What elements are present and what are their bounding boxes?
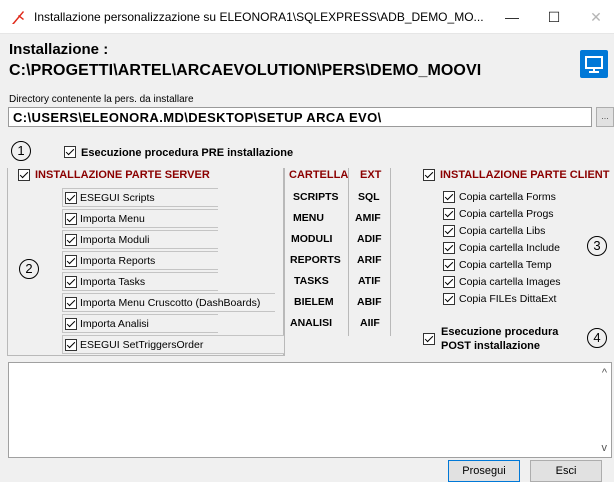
server-item-importa-analisi[interactable]: Importa Analisi xyxy=(62,314,218,333)
table-cell-cartella: MODULI xyxy=(291,233,333,245)
client-item-label: Copia FILEs DittaExt xyxy=(459,293,557,305)
pre-install-label: Esecuzione procedura PRE installazione xyxy=(81,147,294,159)
checkbox[interactable] xyxy=(65,297,77,309)
client-item-images-checkbox[interactable] xyxy=(443,276,455,288)
window-title: Installazione personalizzazione su ELEON… xyxy=(34,10,484,24)
server-item-label: Importa Moduli xyxy=(80,234,150,246)
scroll-up-arrow[interactable]: ^ xyxy=(602,367,607,379)
checkbox[interactable] xyxy=(65,213,77,225)
table-divider-left xyxy=(284,168,285,356)
client-section-title: INSTALLAZIONE PARTE CLIENT xyxy=(440,169,610,181)
marker-3: 3 xyxy=(587,236,607,256)
client-item-label: Copia cartella Images xyxy=(459,276,561,288)
server-item-settriggersorder[interactable]: ESEGUI SetTriggersOrder xyxy=(62,335,284,354)
checkbox[interactable] xyxy=(65,234,77,246)
client-item-dittaext-checkbox[interactable] xyxy=(443,293,455,305)
esci-button[interactable]: Esci xyxy=(530,460,602,482)
log-textarea[interactable]: ^ v xyxy=(8,362,612,458)
post-install-line1: Esecuzione procedura xyxy=(441,326,559,338)
directory-label: Directory contenente la pers. da install… xyxy=(9,94,194,105)
column-header-ext: EXT xyxy=(360,169,382,181)
table-cell-ext: SQL xyxy=(358,191,380,203)
table-cell-cartella: SCRIPTS xyxy=(293,191,339,203)
server-item-importa-tasks[interactable]: Importa Tasks xyxy=(62,272,218,291)
table-divider-right xyxy=(390,168,391,336)
client-item-label: Copia cartella Forms xyxy=(459,191,556,203)
marker-2: 2 xyxy=(19,259,39,279)
checkbox[interactable] xyxy=(65,192,77,204)
client-item-include-checkbox[interactable] xyxy=(443,242,455,254)
browse-button[interactable]: ... xyxy=(596,107,614,127)
maximize-button[interactable]: ☐ xyxy=(534,0,574,34)
client-item-label: Copia cartella Temp xyxy=(459,259,552,271)
table-cell-cartella: MENU xyxy=(293,212,324,224)
client-item-label: Copia cartella Progs xyxy=(459,208,554,220)
table-cell-cartella: BIELEM xyxy=(294,296,334,308)
close-button[interactable]: ✕ xyxy=(576,0,614,34)
server-item-label: Importa Analisi xyxy=(80,318,149,330)
minimize-button[interactable]: — xyxy=(492,0,532,34)
server-item-label: Importa Reports xyxy=(80,255,156,267)
installation-label: Installazione : xyxy=(9,41,109,58)
checkbox[interactable] xyxy=(65,339,77,351)
server-item-label: Importa Tasks xyxy=(80,276,146,288)
client-item-temp-checkbox[interactable] xyxy=(443,259,455,271)
marker-1: 1 xyxy=(11,141,31,161)
checkbox[interactable] xyxy=(65,276,77,288)
post-install-checkbox[interactable] xyxy=(423,333,435,345)
server-item-importa-dashboards[interactable]: Importa Menu Cruscotto (DashBoards) xyxy=(62,293,275,312)
post-install-label: Esecuzione procedura POST installazione xyxy=(441,325,558,353)
table-cell-ext: ARIF xyxy=(357,254,382,266)
directory-input[interactable]: C:\USERS\ELEONORA.MD\DESKTOP\SETUP ARCA … xyxy=(8,107,592,127)
server-item-label: ESEGUI SetTriggersOrder xyxy=(80,339,204,351)
scroll-down-arrow[interactable]: v xyxy=(602,442,608,454)
server-item-importa-moduli[interactable]: Importa Moduli xyxy=(62,230,218,249)
column-header-cartella: CARTELLA xyxy=(289,169,349,181)
client-item-forms-checkbox[interactable] xyxy=(443,191,455,203)
title-bar: Installazione personalizzazione su ELEON… xyxy=(0,0,614,34)
table-cell-cartella: TASKS xyxy=(294,275,329,287)
marker-4: 4 xyxy=(587,328,607,348)
table-cell-ext: ATIF xyxy=(358,275,381,287)
server-item-esegui-scripts[interactable]: ESEGUI Scripts xyxy=(62,188,218,207)
table-cell-cartella: REPORTS xyxy=(290,254,341,266)
client-item-label: Copia cartella Include xyxy=(459,242,560,254)
app-logo-icon xyxy=(12,11,24,24)
client-item-libs-checkbox[interactable] xyxy=(443,225,455,237)
checkbox[interactable] xyxy=(65,318,77,330)
server-item-importa-reports[interactable]: Importa Reports xyxy=(62,251,218,270)
table-cell-ext: ADIF xyxy=(357,233,382,245)
table-cell-ext: AMIF xyxy=(355,212,381,224)
client-item-progs-checkbox[interactable] xyxy=(443,208,455,220)
server-item-label: ESEGUI Scripts xyxy=(80,192,155,204)
post-install-line2: POST installazione xyxy=(441,340,541,352)
table-cell-cartella: ANALISI xyxy=(290,317,332,329)
checkbox[interactable] xyxy=(65,255,77,267)
pre-install-checkbox[interactable] xyxy=(64,146,76,158)
client-item-label: Copia cartella Libs xyxy=(459,225,546,237)
table-cell-ext: ABIF xyxy=(357,296,382,308)
prosegui-button[interactable]: Prosegui xyxy=(448,460,520,482)
installation-path: C:\PROGETTI\ARTEL\ARCAEVOLUTION\PERS\DEM… xyxy=(9,62,482,79)
table-divider-mid xyxy=(348,168,349,336)
server-item-importa-menu[interactable]: Importa Menu xyxy=(62,209,218,228)
monitor-icon xyxy=(585,56,603,73)
server-item-label: Importa Menu Cruscotto (DashBoards) xyxy=(80,297,261,309)
table-cell-ext: AIIF xyxy=(360,317,380,329)
client-section-checkbox[interactable] xyxy=(423,169,435,181)
monitor-button[interactable] xyxy=(580,50,608,78)
server-item-label: Importa Menu xyxy=(80,213,145,225)
